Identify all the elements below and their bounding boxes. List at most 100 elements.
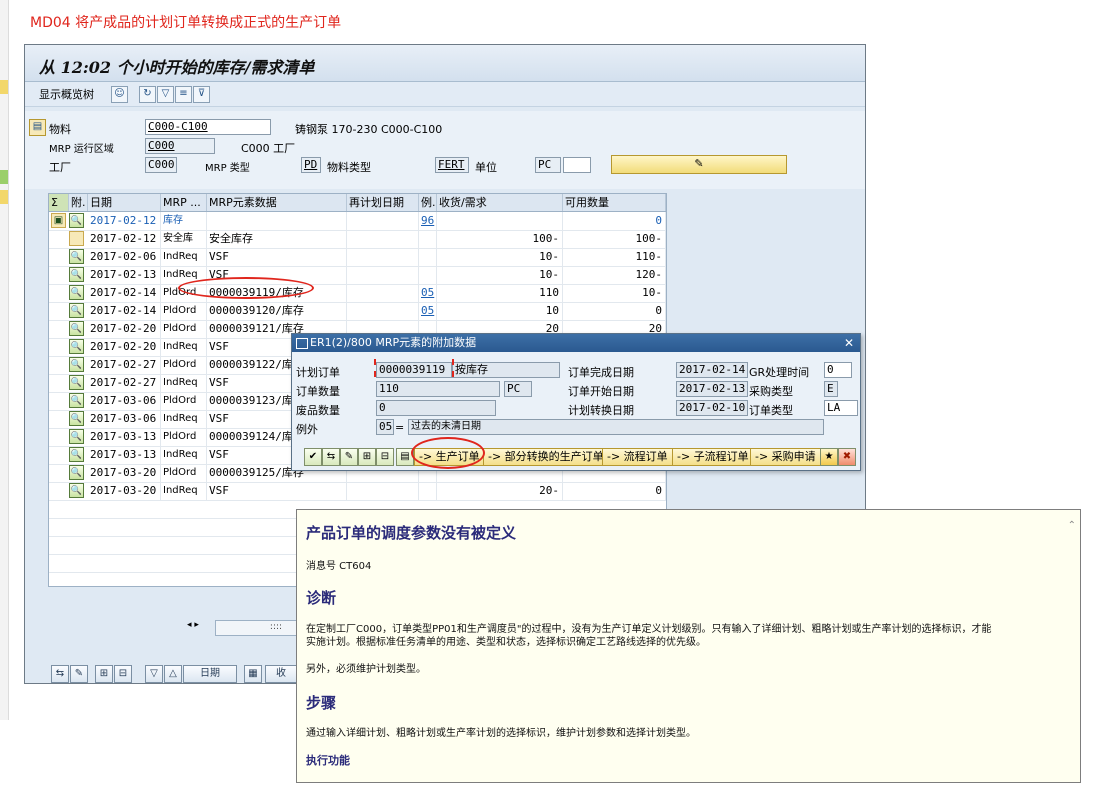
hierarchy-icon[interactable]: ⊞ [358,448,376,466]
cell-element: IndReq [161,248,207,266]
column-selector-icon[interactable]: Σ [49,194,69,211]
table-row[interactable]: 🔍 2017-02-14 PldOrd 0000039119/库存 05 110 10- [49,284,666,303]
calendar-icon[interactable]: ▦ [244,665,262,683]
cell-element: PldOrd [161,392,207,410]
filter-icon[interactable]: ▽ [157,86,174,103]
plant-field[interactable]: C000 [145,157,177,173]
pencil-icon[interactable]: ✎ [340,448,358,466]
details-icon[interactable]: ≡ [175,86,192,103]
magnifier-icon[interactable]: 🔍 [69,393,84,408]
order-quantity-field[interactable]: 110 [376,381,500,397]
compare-icon[interactable]: ⇆ [51,665,69,683]
mrp-type-field[interactable]: PD [301,157,321,173]
table-row[interactable]: 🔍 2017-02-14 PldOrd 0000039120/库存 05 10 0 [49,302,666,321]
cell-date: 2017-03-13 [88,428,161,446]
diagnosis-text-line: 实施计划。根据标准任务清单的用途、类型和状态，选择标识确定工艺路线选择的优先级。 [306,637,706,648]
help-title: 产品订单的调度参数没有被定义 [306,524,517,542]
procurement-type-field[interactable]: E [824,381,838,397]
stock-folder-icon[interactable]: ▣ [51,213,66,228]
compare-icon[interactable]: ⇆ [322,448,340,466]
refresh-icon[interactable]: ↻ [139,86,156,103]
table-row[interactable]: 🔍 ▣ 2017-02-12 库存 96 0 [49,212,666,231]
gr-time-field[interactable]: 0 [824,362,852,378]
magnifier-icon[interactable]: 🔍 [69,429,84,444]
magnifier-icon[interactable]: 🔍 [69,213,84,228]
pencil-icon[interactable]: ✎ [70,665,88,683]
column-header[interactable]: 可用数量 [563,194,666,211]
blank-field[interactable] [563,157,591,173]
column-header[interactable]: 收货/需求 [437,194,563,211]
date-button[interactable]: 日期 [183,665,237,683]
star-icon[interactable]: ★ [820,448,838,466]
magnifier-icon[interactable]: 🔍 [69,249,84,264]
application-toolbar: 显示概览树 ☺ ↻ ▽ ≡ ⊽ [25,82,865,107]
column-header[interactable]: MRP元素数据 [207,194,347,211]
table-row[interactable]: 🔍 2017-03-20 IndReq VSF 20- 0 [49,482,666,501]
partial-production-order-button[interactable]: -> 部分转换的生产订单 [483,448,609,466]
material-type-field[interactable]: FERT [435,157,469,173]
table-row[interactable]: 🔍 2017-02-13 IndReq VSF 10- 120- [49,266,666,285]
cell-exc[interactable]: 96 [419,212,437,230]
cell-exc [419,248,437,266]
order-type-field[interactable]: LA [824,400,858,416]
magnifier-icon[interactable]: 🔍 [69,267,84,282]
unit-field[interactable]: PC [535,157,561,173]
magnifier-icon[interactable]: 🔍 [69,285,84,300]
magnifier-icon[interactable]: 🔍 [69,375,84,390]
mrp-area-label: MRP 运行区域 [49,144,114,155]
collapse-icon[interactable]: ▽ [145,665,163,683]
filter-settings-icon[interactable]: ⊽ [193,86,210,103]
material-folder-icon[interactable]: ▤ [29,119,46,136]
magnifier-icon[interactable]: 🔍 [69,303,84,318]
column-header[interactable]: 再计划日期 [347,194,419,211]
diagnosis-text-line: 在定制工厂C000，订单类型PP01和生产调度员"的过程中，没有为生产订单定义计… [306,624,992,635]
cell-exc [419,230,437,248]
close-icon[interactable]: ✕ [842,336,856,350]
scroll-arrows[interactable]: ◂ ▸ [187,620,199,630]
hierarchy-icon[interactable]: ⊟ [114,665,132,683]
mrp-area-field[interactable]: C000 [145,138,215,154]
scrap-quantity-field[interactable]: 0 [376,400,496,416]
material-field[interactable]: C000-C100 [145,119,271,135]
magnifier-icon[interactable]: 🔍 [69,357,84,372]
cell-avail: 110- [563,248,666,266]
cell-exc[interactable]: 05 [419,284,437,302]
magnifier-icon[interactable]: 🔍 [69,483,84,498]
column-header[interactable]: 例. [419,194,437,211]
column-header[interactable]: 日期 [88,194,161,211]
magnifier-icon[interactable]: 🔍 [69,339,84,354]
order-start-field[interactable]: 2017-02-13 [676,381,748,397]
receipt-button[interactable]: 收 [265,665,297,683]
sub-process-order-button[interactable]: -> 子流程订单 [672,448,754,466]
magnifier-icon[interactable]: 🔍 [69,447,84,462]
cell-replan [347,212,419,230]
pencil-icon: ✎ [694,157,704,170]
column-header[interactable]: MRP ... [161,194,207,211]
scroll-up-icon[interactable]: ⌃ [1068,520,1076,531]
table-row[interactable]: 2017-02-12 安全库 安全库存 100- 100- [49,230,666,249]
magnifier-icon[interactable]: 🔍 [69,321,84,336]
hierarchy-icon[interactable]: ⊟ [376,448,394,466]
magnifier-icon[interactable]: 🔍 [69,465,84,480]
plan-conversion-field[interactable]: 2017-02-10 [676,400,748,416]
cancel-icon[interactable]: ✖ [838,448,856,466]
person-icon[interactable]: ☺ [111,86,128,103]
expand-icon[interactable]: △ [164,665,182,683]
cell-element: PldOrd [161,356,207,374]
magnifier-icon[interactable]: 🔍 [69,411,84,426]
table-row[interactable]: 🔍 2017-02-06 IndReq VSF 10- 110- [49,248,666,267]
show-overview-tree-button[interactable]: 显示概览树 [39,86,94,102]
column-header[interactable]: 附. [69,194,88,211]
execute-function-link[interactable]: 执行功能 [306,754,350,768]
cell-exc[interactable]: 05 [419,302,437,320]
cell-data [207,212,347,230]
blank-icon[interactable] [69,231,84,246]
process-order-button[interactable]: -> 流程订单 [602,448,673,466]
exception-field[interactable]: 05 [376,419,394,435]
hierarchy-icon[interactable]: ⊞ [95,665,113,683]
order-finish-field[interactable]: 2017-02-14 [676,362,748,378]
edit-button[interactable]: ✎ [611,155,787,174]
check-icon[interactable]: ✔ [304,448,322,466]
purchase-requisition-button[interactable]: -> 采购申请 [750,448,821,466]
also-text: 另外，必须维护计划类型。 [306,664,426,675]
